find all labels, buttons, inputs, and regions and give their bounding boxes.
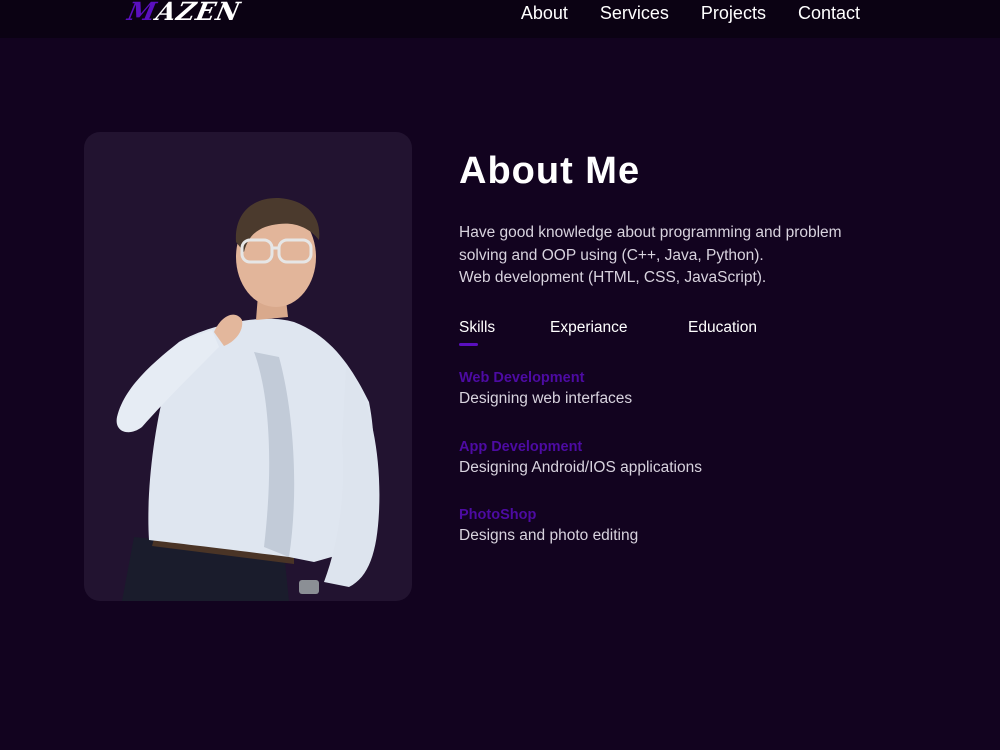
profile-photo: [84, 132, 412, 601]
logo-rest: AZEN: [153, 0, 244, 26]
about-description-line: Web development (HTML, CSS, JavaScript).: [459, 269, 767, 286]
skill-description: Designing web interfaces: [459, 390, 633, 407]
nav-link-about[interactable]: About: [521, 2, 568, 24]
nav-link-projects[interactable]: Projects: [701, 2, 766, 24]
person-illustration: [116, 197, 380, 601]
tab-experiance[interactable]: Experiance: [550, 319, 628, 337]
nav-links: About Services Projects Contact: [521, 2, 860, 24]
nav-link-contact[interactable]: Contact: [798, 2, 860, 24]
navbar: MAZEN About Services Projects Contact: [0, 0, 1000, 38]
tab-skills[interactable]: Skills: [459, 319, 495, 337]
skill-item: App Development Designing Android/IOS ap…: [459, 437, 702, 479]
nav-link-services[interactable]: Services: [600, 2, 669, 24]
skill-title: PhotoShop: [459, 507, 537, 523]
about-description-line: Have good knowledge about programming an…: [459, 224, 842, 241]
tab-education[interactable]: Education: [688, 319, 757, 337]
about-description: Have good knowledge about programming an…: [459, 222, 919, 290]
skill-title: Web Development: [459, 370, 585, 386]
skill-description: Designs and photo editing: [459, 527, 639, 544]
site-logo[interactable]: MAZEN: [125, 0, 243, 26]
skill-item: Web Development Designing web interfaces: [459, 368, 632, 410]
skill-item: PhotoShop Designs and photo editing: [459, 505, 638, 547]
skill-title: App Development: [459, 439, 583, 455]
skill-description: Designing Android/IOS applications: [459, 459, 702, 476]
active-tab-underline: [459, 343, 478, 346]
about-description-line: solving and OOP using (C++, Java, Python…: [459, 246, 764, 264]
watch-shape: [299, 580, 319, 594]
about-title: About Me: [459, 150, 641, 192]
